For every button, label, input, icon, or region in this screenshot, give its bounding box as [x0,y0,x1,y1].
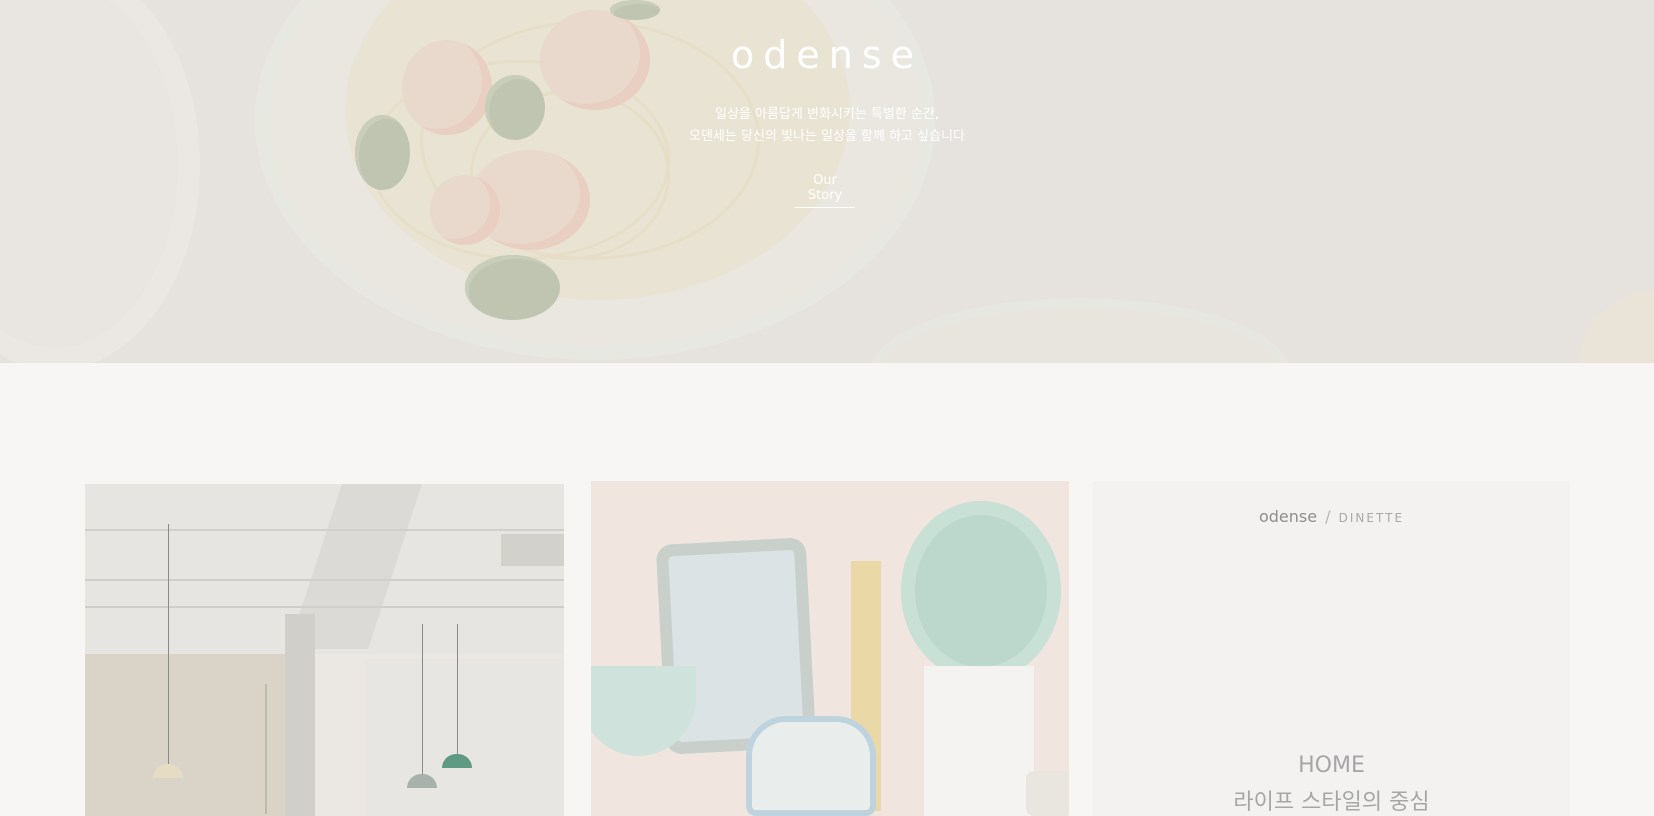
pendant-cord [422,624,423,774]
card-subtitle: 라이프 스타일의 중심 [1233,790,1430,815]
hero-tagline-line-1: 일상을 아름답게 변화시키는 특별한 순간, [715,107,939,122]
marbled-teapot [746,716,876,816]
pendant-cord [457,624,458,754]
pendant-cord [168,524,169,764]
interior-air-conditioner [501,534,564,566]
ceiling-track [85,606,564,608]
interior-wall-right [365,659,564,816]
marbled-cup [1026,771,1069,816]
card-category: DINETTE [1338,511,1405,525]
card-brand-divider: / [1325,507,1331,526]
ceiling-track [85,579,564,581]
dinette-feature-card[interactable]: odense / DINETTE HOME 라이프 스타일의 중심 [1093,481,1570,816]
ceiling-track [85,529,564,531]
hero-banner: odense 일상을 아름답게 변화시키는 특별한 순간, 오덴세는 당신의 빛… [0,0,1654,363]
our-story-link[interactable]: Our Story [795,173,855,208]
marbled-plate [901,501,1061,681]
interior-photo[interactable] [85,484,564,816]
display-block [924,666,1034,816]
interior-plant [265,684,305,814]
hero-brand-title: odense [730,33,923,77]
card-title: HOME [1298,753,1365,778]
hero-tagline-line-2: 오덴세는 당신의 빛나는 일상을 함께 하고 싶습니다 [689,129,965,144]
ceramics-photo[interactable] [591,481,1069,816]
interior-wall-left [85,654,295,816]
card-brand-label: odense / DINETTE [1093,507,1570,526]
card-brand-name: odense [1258,507,1318,526]
